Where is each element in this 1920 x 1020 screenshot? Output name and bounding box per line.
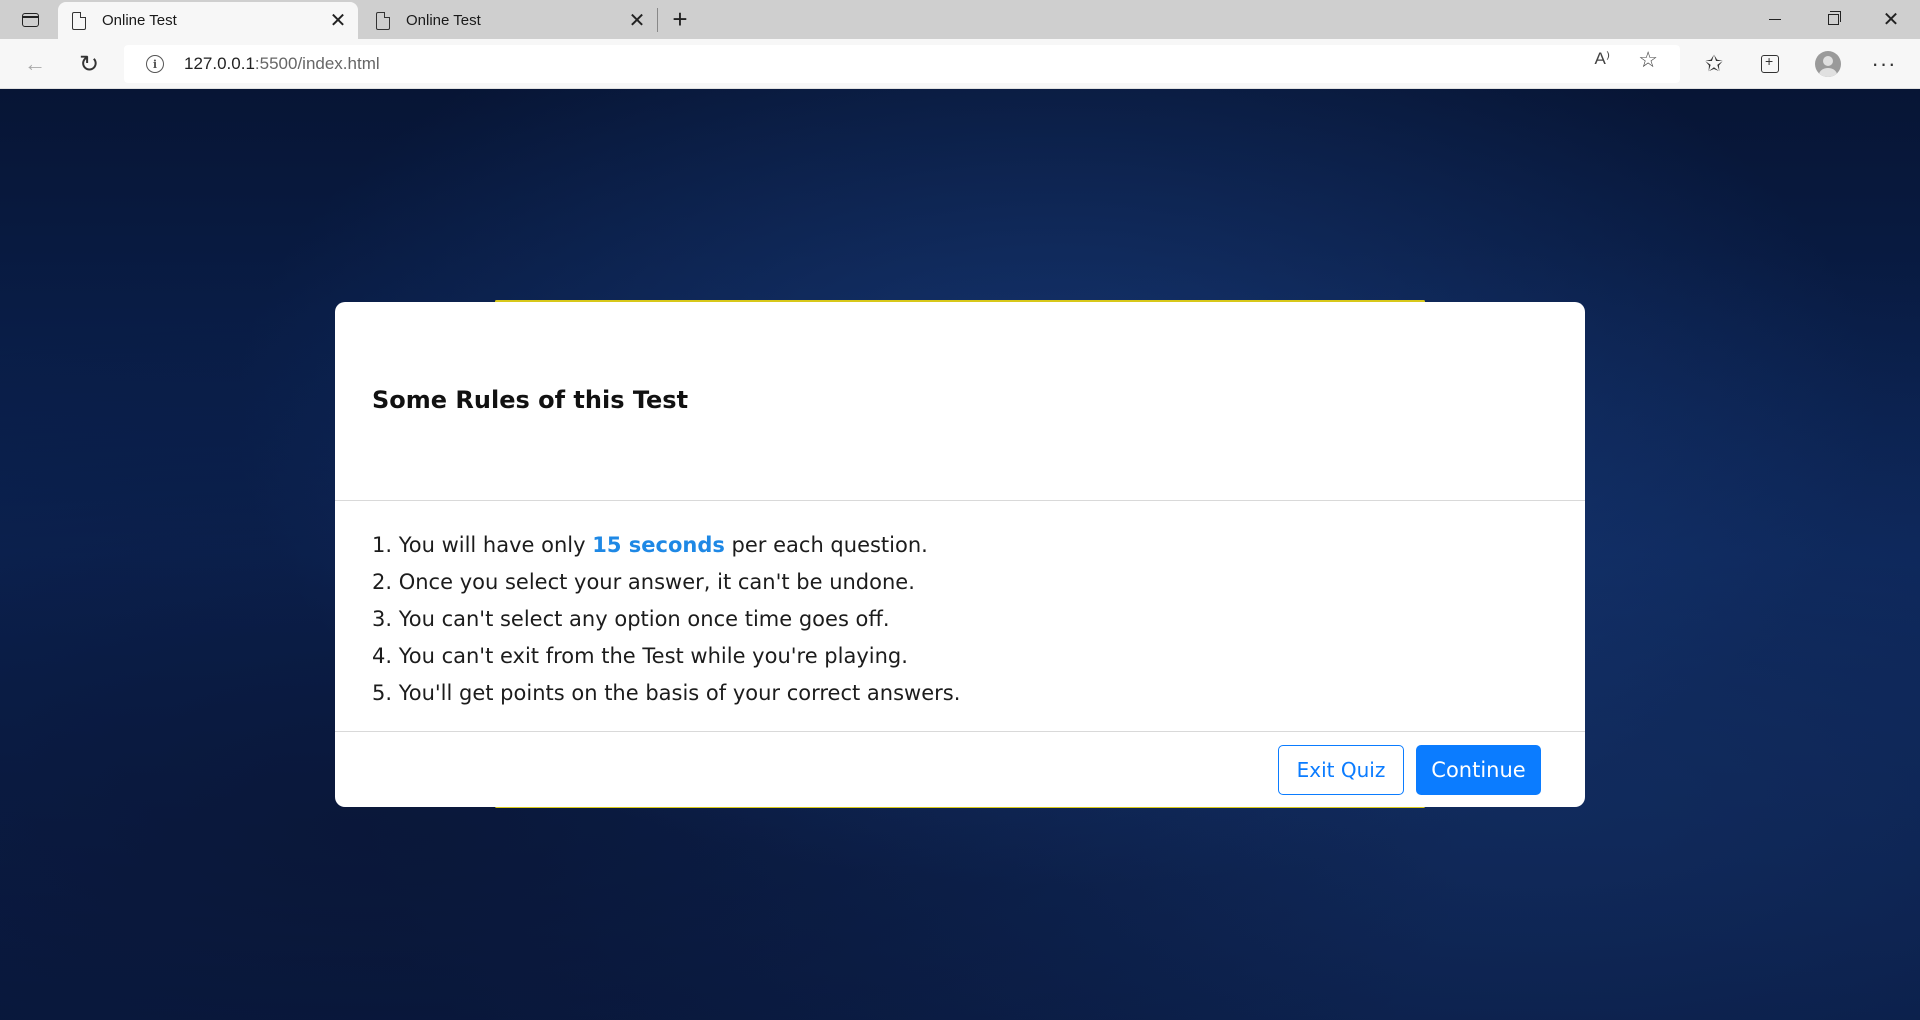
- collections-icon: [1761, 53, 1779, 73]
- sidebar-toggle-icon[interactable]: [16, 8, 44, 32]
- rule-item: 2. Once you select your answer, it can't…: [372, 570, 915, 594]
- dialog-header: Some Rules of this Test: [335, 302, 1585, 501]
- back-button[interactable]: ←: [19, 48, 51, 80]
- tab-title: Online Test: [406, 12, 481, 29]
- exit-quiz-button[interactable]: Exit Quiz: [1278, 745, 1404, 795]
- address-bar[interactable]: i 127.0.0.1:5500/index.html A⁾ ☆: [124, 45, 1680, 83]
- tab-online-test-2[interactable]: Online Test ✕: [362, 2, 657, 39]
- browser-toolbar: ← ↻ i 127.0.0.1:5500/index.html A⁾ ☆ ✩ ·…: [0, 39, 1920, 89]
- window-close-button[interactable]: ✕: [1862, 0, 1920, 39]
- rules-list: 1. You will have only 15 seconds per eac…: [335, 501, 1585, 732]
- dialog-title: Some Rules of this Test: [372, 386, 689, 414]
- minimize-button[interactable]: [1746, 0, 1804, 39]
- rule-item: 1. You will have only 15 seconds per eac…: [372, 533, 928, 557]
- page-icon: [72, 11, 86, 30]
- url-host: 127.0.0.1: [184, 54, 255, 73]
- rule-item: 4. You can't exit from the Test while yo…: [372, 644, 908, 668]
- tab-title: Online Test: [102, 12, 177, 29]
- tab-close-icon[interactable]: ✕: [623, 7, 651, 35]
- tab-online-test-1[interactable]: Online Test ✕: [58, 2, 358, 39]
- page-background: Some Rules of this Test 1. You will have…: [0, 89, 1920, 1020]
- site-info-icon[interactable]: i: [146, 55, 164, 73]
- rule-item: 3. You can't select any option once time…: [372, 607, 890, 631]
- favorites-icon[interactable]: ✩: [1698, 48, 1730, 80]
- tab-divider: [657, 8, 658, 32]
- avatar: [1815, 51, 1841, 77]
- time-limit-highlight: 15 seconds: [592, 533, 725, 557]
- minimize-icon: [1769, 18, 1781, 21]
- collections-button[interactable]: [1754, 48, 1786, 80]
- rule-item: 5. You'll get points on the basis of you…: [372, 681, 961, 705]
- tab-close-icon[interactable]: ✕: [324, 7, 352, 35]
- reload-button[interactable]: ↻: [73, 48, 105, 80]
- read-aloud-icon[interactable]: A⁾: [1594, 49, 1610, 69]
- continue-button[interactable]: Continue: [1416, 745, 1541, 795]
- url-path: :5500/index.html: [254, 54, 380, 73]
- restore-button[interactable]: [1804, 0, 1862, 39]
- profile-button[interactable]: [1812, 48, 1844, 80]
- new-tab-button[interactable]: +: [666, 5, 694, 33]
- tab-bar: Online Test ✕ Online Test ✕ + ✕: [0, 0, 1920, 39]
- restore-icon: [1827, 11, 1841, 25]
- dialog-footer: Exit Quiz Continue: [335, 732, 1585, 806]
- rules-dialog: Some Rules of this Test 1. You will have…: [335, 302, 1585, 807]
- page-icon: [376, 11, 390, 30]
- add-favorite-icon[interactable]: ☆: [1638, 47, 1658, 73]
- more-options-icon[interactable]: ···: [1868, 48, 1900, 80]
